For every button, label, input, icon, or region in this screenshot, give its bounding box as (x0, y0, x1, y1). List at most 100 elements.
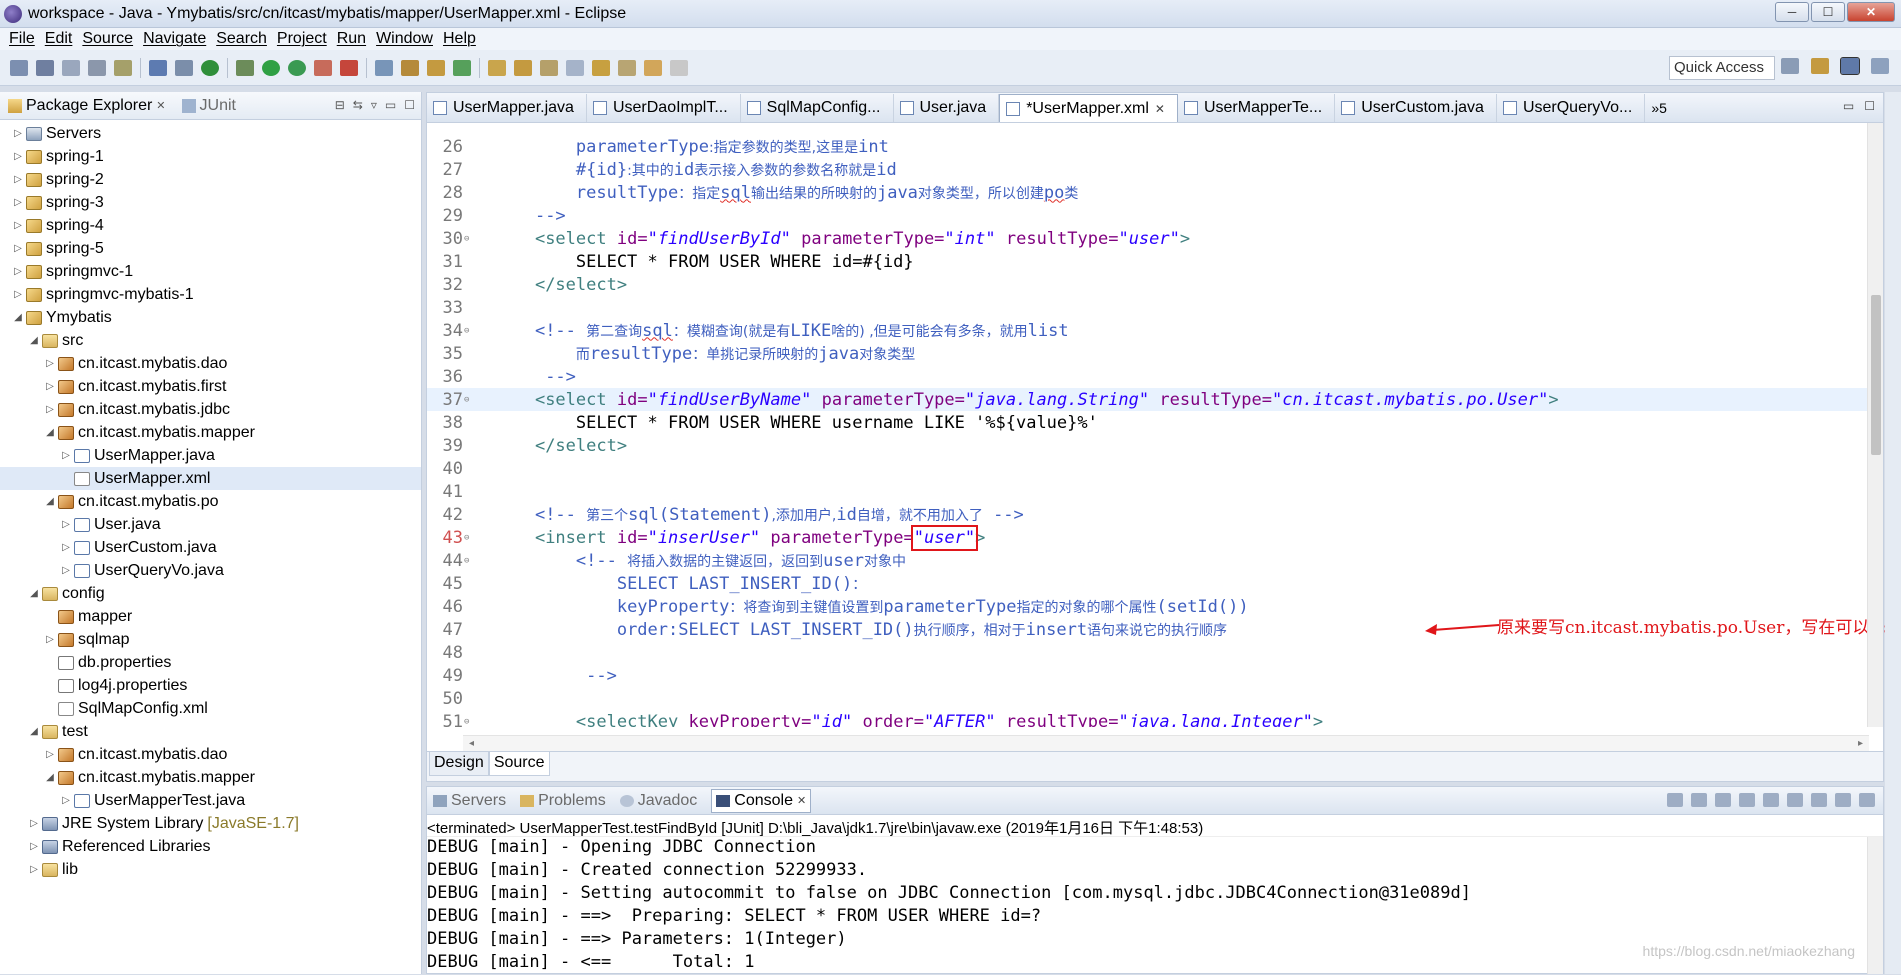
editor-tab[interactable]: SqlMapConfig... (741, 94, 894, 122)
editor-vertical-scrollbar[interactable] (1867, 123, 1883, 727)
scroll-lock-icon[interactable] (1763, 793, 1779, 807)
tree-item[interactable]: ◢ src (0, 329, 421, 352)
expanded-arrow-icon[interactable]: ◢ (44, 496, 56, 507)
open-folder-icon[interactable] (488, 59, 506, 76)
collapsed-arrow-icon[interactable]: ▷ (60, 795, 72, 806)
next-annotation-icon[interactable] (592, 59, 610, 76)
tree-item[interactable]: ▷ springmvc-mybatis-1 (0, 283, 421, 306)
tab-source[interactable]: Source (488, 752, 550, 776)
collapsed-arrow-icon[interactable]: ▷ (44, 381, 56, 392)
view-menu-icon[interactable]: ▿ (371, 98, 377, 112)
tree-item[interactable]: ▷ cn.itcast.mybatis.dao (0, 352, 421, 375)
new-icon-2[interactable] (453, 59, 471, 76)
menu-source[interactable]: Source (82, 30, 133, 48)
terminate-icon[interactable] (1667, 793, 1683, 807)
display-console-icon[interactable] (1835, 793, 1851, 807)
java-ee-perspective-icon[interactable] (1811, 58, 1829, 74)
editor-tab[interactable]: UserCustom.java (1335, 94, 1497, 122)
expanded-arrow-icon[interactable]: ◢ (44, 427, 56, 438)
tree-item[interactable]: log4j.properties (0, 674, 421, 697)
tree-item[interactable]: ▷ spring-2 (0, 168, 421, 191)
run-icon[interactable] (262, 59, 280, 76)
close-button[interactable]: ✕ (1847, 2, 1895, 22)
maximize-icon[interactable]: ☐ (1864, 99, 1875, 113)
collapsed-arrow-icon[interactable]: ▷ (60, 519, 72, 530)
collapsed-arrow-icon[interactable]: ▷ (60, 450, 72, 461)
menu-window[interactable]: Window (376, 30, 433, 48)
scroll-left-icon[interactable]: ◂ (469, 738, 474, 749)
collapse-all-icon[interactable]: ⊟ (335, 98, 345, 112)
scrollbar-thumb[interactable] (1871, 295, 1881, 455)
collapsed-arrow-icon[interactable]: ▷ (28, 818, 40, 829)
scroll-right-icon[interactable]: ▸ (1858, 738, 1863, 749)
java-perspective-icon[interactable] (1840, 57, 1860, 75)
expanded-arrow-icon[interactable]: ◢ (12, 312, 24, 323)
collapsed-arrow-icon[interactable]: ▷ (44, 634, 56, 645)
editor-tab[interactable]: UserDaoImplT... (587, 94, 741, 122)
editor-tab[interactable]: *UserMapper.xml ✕ (999, 94, 1178, 122)
quick-access-field[interactable]: Quick Access (1669, 56, 1775, 80)
menu-search[interactable]: Search (216, 30, 267, 48)
collapsed-arrow-icon[interactable]: ▷ (12, 266, 24, 277)
back-icon[interactable] (644, 59, 662, 76)
tab-console[interactable]: Console ✕ (711, 788, 812, 813)
tree-item[interactable]: ▷ UserQueryVo.java (0, 559, 421, 582)
tree-item[interactable]: ◢ cn.itcast.mybatis.mapper (0, 766, 421, 789)
editor-horizontal-scrollbar[interactable]: ◂ ▸ (463, 735, 1869, 751)
collapsed-arrow-icon[interactable]: ▷ (12, 220, 24, 231)
tree-item[interactable]: UserMapper.xml (0, 467, 421, 490)
console-vertical-scrollbar[interactable] (1867, 837, 1883, 974)
close-icon[interactable]: ✕ (797, 794, 806, 807)
tab-design[interactable]: Design (429, 752, 489, 776)
print-icon[interactable] (88, 59, 106, 76)
menu-file[interactable]: File (9, 30, 35, 48)
tab-javadoc[interactable]: Javadoc (619, 792, 697, 810)
editor-tab[interactable]: User.java (894, 94, 1000, 122)
menu-edit[interactable]: Edit (45, 30, 73, 48)
close-icon[interactable]: ✕ (156, 99, 165, 112)
tree-item[interactable]: ◢ test (0, 720, 421, 743)
tree-item[interactable]: ▷ spring-4 (0, 214, 421, 237)
collapsed-arrow-icon[interactable]: ▷ (12, 289, 24, 300)
tab-package-explorer[interactable]: Package Explorer ✕ (8, 97, 166, 115)
open-task-icon[interactable] (514, 59, 532, 76)
tab-overflow-button[interactable]: »5 (1645, 94, 1673, 122)
collapsed-arrow-icon[interactable]: ▷ (12, 128, 24, 139)
coverage-icon[interactable] (288, 59, 306, 76)
tree-item[interactable]: ▷ spring-5 (0, 237, 421, 260)
tree-item[interactable]: ▷ UserMapper.java (0, 444, 421, 467)
tree-item[interactable]: SqlMapConfig.xml (0, 697, 421, 720)
tab-servers[interactable]: Servers (433, 792, 506, 810)
tree-item[interactable]: ▷ UserCustom.java (0, 536, 421, 559)
open-console-icon[interactable] (1859, 793, 1875, 807)
tree-item[interactable]: ▷ cn.itcast.mybatis.jdbc (0, 398, 421, 421)
stop-server-icon[interactable] (340, 59, 358, 76)
collapsed-arrow-icon[interactable]: ▷ (44, 749, 56, 760)
minimize-button[interactable]: ─ (1775, 2, 1809, 22)
collapsed-arrow-icon[interactable]: ▷ (12, 151, 24, 162)
collapsed-arrow-icon[interactable]: ▷ (44, 358, 56, 369)
menu-help[interactable]: Help (443, 30, 476, 48)
close-icon[interactable]: ✕ (1155, 102, 1165, 116)
tree-item[interactable]: ▷ Referenced Libraries (0, 835, 421, 858)
new-java-project-icon[interactable] (375, 59, 393, 76)
external-tools-icon[interactable] (314, 59, 332, 76)
skip-breakpoints-icon[interactable] (175, 59, 193, 76)
tree-item[interactable]: ▷ lib (0, 858, 421, 881)
collapsed-arrow-icon[interactable]: ▷ (44, 404, 56, 415)
expanded-arrow-icon[interactable]: ◢ (28, 726, 40, 737)
tree-item[interactable]: ▷ springmvc-1 (0, 260, 421, 283)
new-package-icon[interactable] (401, 59, 419, 76)
tree-item[interactable]: ◢ cn.itcast.mybatis.po (0, 490, 421, 513)
menu-project[interactable]: Project (277, 30, 327, 48)
menu-navigate[interactable]: Navigate (143, 30, 206, 48)
collapsed-arrow-icon[interactable]: ▷ (60, 565, 72, 576)
menu-run[interactable]: Run (337, 30, 366, 48)
tree-item[interactable]: ◢ cn.itcast.mybatis.mapper (0, 421, 421, 444)
remove-launch-icon[interactable] (1691, 793, 1707, 807)
expanded-arrow-icon[interactable]: ◢ (44, 772, 56, 783)
tree-item[interactable]: ◢ config (0, 582, 421, 605)
tree-item[interactable]: ▷ JRE System Library [JavaSE-1.7] (0, 812, 421, 835)
editor-tab[interactable]: UserMapper.java (427, 94, 587, 122)
remove-all-icon[interactable] (1715, 793, 1731, 807)
